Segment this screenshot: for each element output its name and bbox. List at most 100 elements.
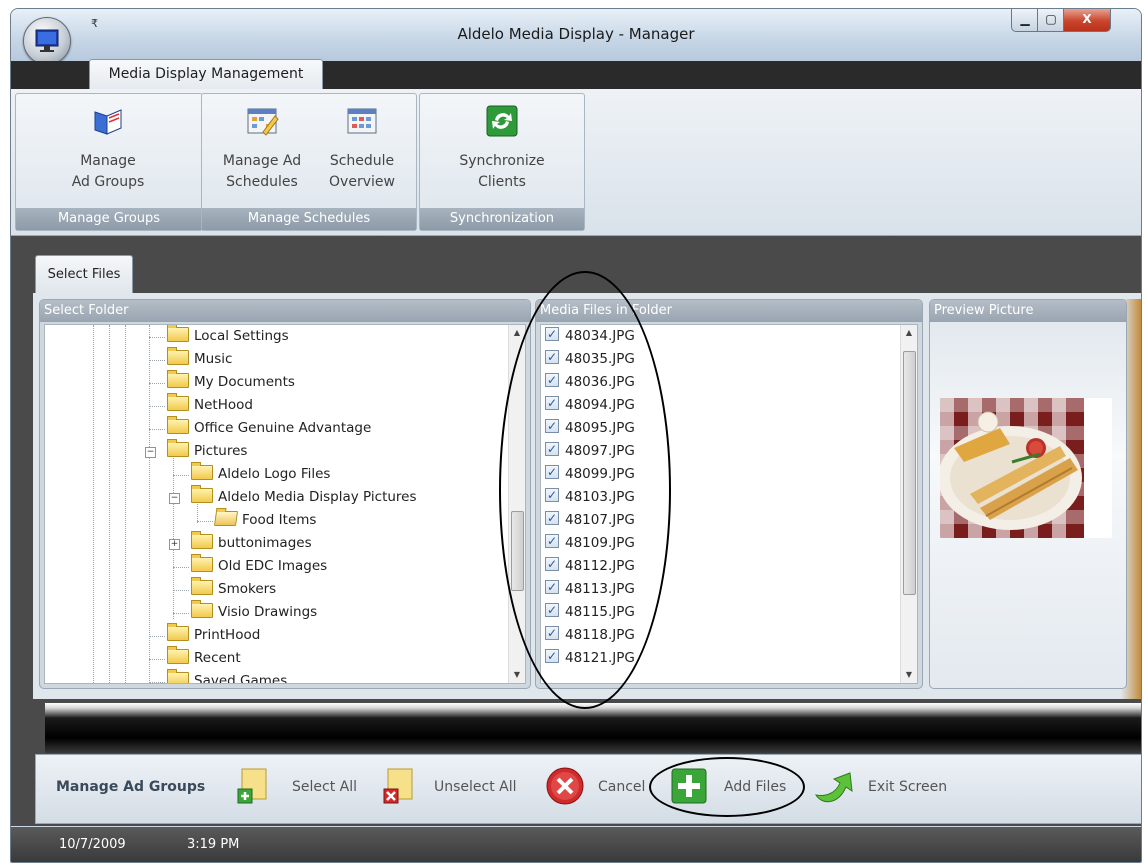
bottom-toolbar: Manage Ad Groups Select All Unselect All…: [35, 754, 1141, 824]
maximize-icon: ▢: [1045, 12, 1057, 26]
folder-icon: [167, 370, 189, 388]
tree-connector: [173, 567, 189, 568]
folder-icon: [167, 669, 189, 683]
toolbar-title: Manage Ad Groups: [56, 779, 206, 795]
folder-tree[interactable]: Local Settings Music My Documents NetHoo…: [44, 324, 526, 684]
scroll-up-arrow-icon[interactable]: ▲: [901, 325, 917, 341]
tree-item-label: My Documents: [194, 374, 295, 390]
preview-image: [940, 398, 1112, 538]
collapse-toggle[interactable]: −: [145, 447, 156, 458]
close-button[interactable]: X: [1063, 9, 1111, 32]
status-date: 10/7/2009: [59, 837, 126, 852]
schedule-overview-label-2: Overview: [329, 174, 395, 190]
tree-item[interactable]: NetHood: [149, 393, 253, 417]
tab-select-files[interactable]: Select Files: [35, 255, 133, 294]
tree-item-label: Old EDC Images: [218, 558, 328, 574]
tree-connector: [149, 659, 165, 660]
scrollbar-thumb[interactable]: [903, 351, 916, 595]
tree-item[interactable]: Recent: [149, 646, 241, 670]
ribbon-group-label: Synchronization: [420, 208, 584, 230]
ribbon-group-manage-groups: Manage Ad Groups Manage Groups: [15, 93, 203, 231]
tree-item[interactable]: Aldelo Logo Files: [173, 462, 331, 486]
divider-bar: [45, 703, 1141, 753]
tree-item[interactable]: PrintHood: [149, 623, 261, 647]
window-title: Aldelo Media Display - Manager: [457, 25, 695, 43]
tree-item[interactable]: Smokers: [173, 577, 277, 601]
synchronize-clients-label-2: Clients: [478, 174, 526, 190]
collapse-toggle[interactable]: −: [169, 493, 180, 504]
tree-item[interactable]: My Documents: [149, 370, 295, 394]
sync-icon: [486, 105, 518, 137]
folder-icon: [191, 554, 213, 572]
tree-connector: [173, 475, 189, 476]
schedule-overview-label-1: Schedule: [329, 153, 395, 169]
expand-toggle[interactable]: +: [169, 539, 180, 550]
status-time: 3:19 PM: [187, 837, 240, 852]
tree-item-pictures[interactable]: − Pictures: [145, 439, 248, 463]
select-all-icon[interactable]: [236, 765, 272, 807]
schedule-overview-button[interactable]: Schedule Overview: [314, 104, 410, 193]
folder-icon: [167, 439, 189, 457]
annotation-ellipse-files: [499, 271, 671, 709]
media-files-scrollbar[interactable]: ▲ ▼: [900, 325, 917, 683]
tree-connector: [197, 521, 213, 522]
tree-item-label: Local Settings: [194, 328, 289, 344]
ribbon-group-synchronization: Synchronize Clients Synchronization: [419, 93, 585, 231]
tree-item[interactable]: Local Settings: [149, 325, 289, 348]
tree-item[interactable]: Office Genuine Advantage: [149, 416, 372, 440]
unselect-all-button[interactable]: Unselect All: [434, 767, 517, 807]
folder-icon: [167, 393, 189, 411]
tree-item-label: Pictures: [194, 443, 248, 459]
tree-item-food-items[interactable]: Food Items: [197, 509, 316, 532]
cancel-icon[interactable]: [544, 765, 586, 807]
tree-connector: [149, 406, 165, 407]
open-folder-icon: [213, 511, 239, 526]
tree-item-label: Recent: [194, 650, 241, 666]
tree-item-media-display-pictures[interactable]: − Aldelo Media Display Pictures: [169, 485, 417, 509]
ribbon-group-label: Manage Schedules: [202, 208, 416, 230]
scroll-down-arrow-icon[interactable]: ▼: [901, 667, 917, 683]
tree-item[interactable]: Visio Drawings: [173, 600, 317, 624]
tree-item-label: PrintHood: [194, 627, 261, 643]
tree-connector: [149, 337, 165, 338]
tree-item-label: Smokers: [218, 581, 277, 597]
scroll-down-arrow-icon[interactable]: ▼: [509, 667, 525, 683]
application-window: ₹ Aldelo Media Display - Manager ▁ ▢ X M…: [10, 8, 1142, 863]
unselect-all-icon[interactable]: [382, 765, 418, 807]
tree-item-label: Office Genuine Advantage: [194, 420, 372, 436]
status-bar: 10/7/2009 3:19 PM: [11, 827, 1141, 862]
food-photo: [940, 398, 1112, 538]
tree-item-label: buttonimages: [218, 535, 312, 551]
exit-screen-button[interactable]: Exit Screen: [868, 767, 947, 807]
ribbon: Manage Ad Groups Manage Groups Manage Ad…: [11, 89, 1141, 236]
minimize-button[interactable]: ▁: [1011, 9, 1039, 32]
folder-icon: [191, 462, 213, 480]
synchronize-clients-button[interactable]: Synchronize Clients: [440, 104, 564, 193]
folder-icon: [191, 485, 213, 503]
select-all-button[interactable]: Select All: [292, 767, 357, 807]
tree-item-label: Aldelo Logo Files: [218, 466, 331, 482]
tree-item[interactable]: Music: [149, 347, 233, 371]
book-icon: [94, 109, 122, 135]
minimize-icon: ▁: [1020, 12, 1030, 26]
exit-arrow-icon[interactable]: [812, 765, 856, 807]
folder-icon: [191, 577, 213, 595]
title-bar: ₹ Aldelo Media Display - Manager ▁ ▢ X: [11, 9, 1141, 65]
folder-icon: [167, 646, 189, 664]
select-folder-panel: Select Folder Local Settings Music My Do…: [39, 299, 531, 689]
tree-connector: [149, 636, 165, 637]
maximize-button[interactable]: ▢: [1037, 9, 1065, 32]
tree-item-label: Music: [194, 351, 233, 367]
manage-ad-schedules-button[interactable]: Manage Ad Schedules: [210, 104, 314, 193]
folder-icon: [167, 623, 189, 641]
cancel-button[interactable]: Cancel: [598, 767, 645, 807]
manage-ad-groups-button[interactable]: Manage Ad Groups: [56, 104, 160, 193]
tree-item-buttonimages[interactable]: + buttonimages: [169, 531, 312, 555]
tree-item-label: Food Items: [242, 512, 317, 528]
tree-item[interactable]: Saved Games: [149, 669, 287, 683]
ribbon-tab-media-display-management[interactable]: Media Display Management: [89, 59, 323, 90]
manage-ad-schedules-label-2: Schedules: [226, 174, 298, 190]
tree-connector: [149, 429, 165, 430]
tree-item[interactable]: Old EDC Images: [173, 554, 328, 578]
tree-connector: [173, 590, 189, 591]
